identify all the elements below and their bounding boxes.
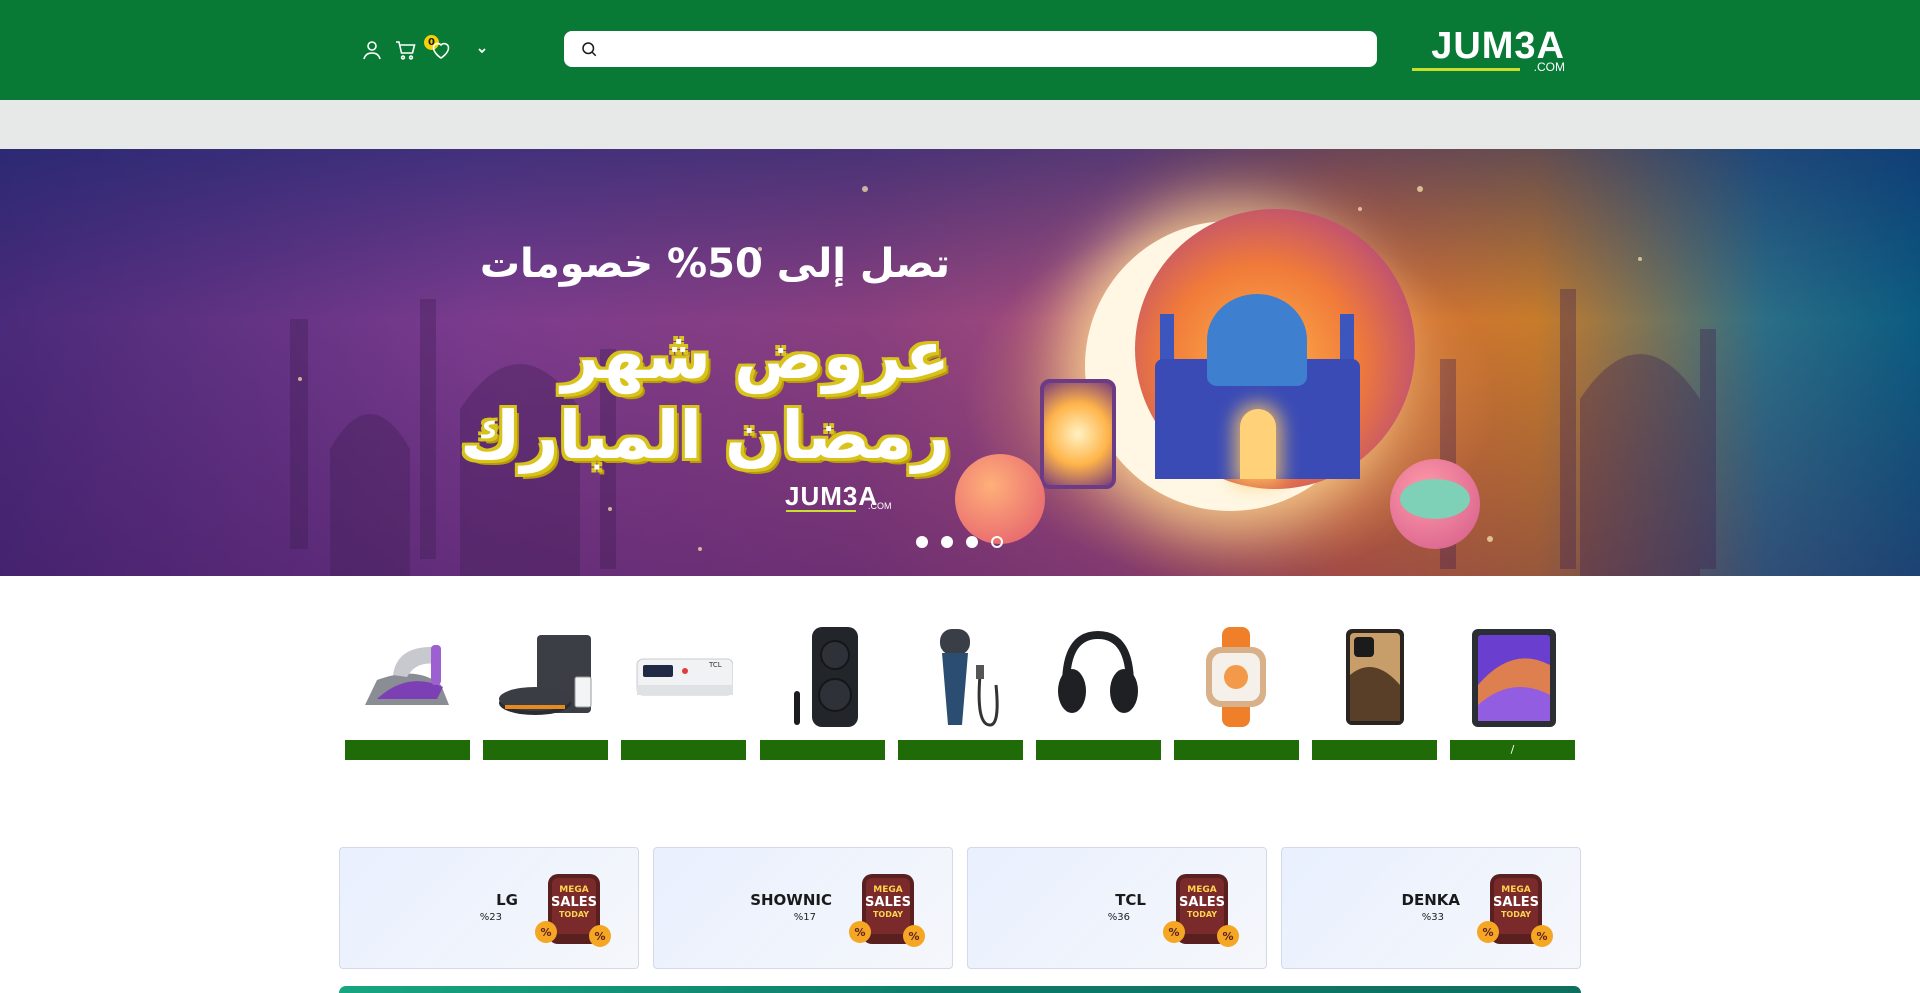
sales-text: SALES <box>1493 895 1539 910</box>
brand-name: SHOWNIC <box>750 891 832 909</box>
svg-text:%: % <box>1482 926 1493 939</box>
mega-text: MEGA <box>559 885 588 895</box>
mega-text: MEGA <box>1501 885 1530 895</box>
hero-logo: JUM3A <box>785 481 879 511</box>
carousel-dot-4[interactable] <box>991 536 1003 548</box>
brand-offer-card-tcl[interactable]: TCL %36 MEGA SALES TODAY % % <box>967 847 1267 969</box>
product-label <box>760 740 885 760</box>
product-card-foldable-phone[interactable] <box>1312 620 1437 760</box>
brand-name: LG <box>496 891 518 909</box>
mosque-door <box>1240 409 1276 479</box>
foldable-phone-image <box>1346 629 1404 725</box>
product-card-electric-shaver[interactable] <box>898 620 1023 760</box>
carousel-dot-1[interactable] <box>916 536 928 548</box>
mega-sales-badge-icon: MEGA SALES TODAY % % <box>535 874 611 947</box>
svg-text:TCL: TCL <box>708 661 722 669</box>
sales-text: SALES <box>865 895 911 910</box>
brand-offer-card-denka[interactable]: DENKA %33 MEGA SALES TODAY % % <box>1281 847 1581 969</box>
chevron-down-icon[interactable] <box>470 38 494 62</box>
hero-logo-underline <box>786 510 856 512</box>
hero-title-line2: رمضان المبارك <box>460 397 950 474</box>
top-header: 0 JUM3A .COM <box>0 0 1920 100</box>
mega-sales-badge-icon: MEGA SALES TODAY % % <box>1477 874 1553 947</box>
product-label <box>345 740 470 760</box>
user-icon[interactable] <box>360 38 384 62</box>
product-label <box>898 740 1023 760</box>
hero-headline: تصل إلى 50% خصومات <box>479 241 950 287</box>
product-label <box>1174 740 1299 760</box>
svg-text:%: % <box>1222 930 1233 943</box>
mega-text: MEGA <box>1187 885 1216 895</box>
robot-vacuum-image <box>499 635 592 715</box>
product-card-party-speaker[interactable] <box>760 620 885 760</box>
headphones-image <box>1058 630 1138 713</box>
brand-discount: %23 <box>479 912 502 923</box>
decor-sphere-left <box>955 454 1045 544</box>
brand-discount: %36 <box>1107 912 1130 923</box>
electric-shaver-image <box>940 629 999 727</box>
svg-text:%: % <box>540 926 551 939</box>
logo-underline <box>1412 68 1520 71</box>
logo-suffix: .COM <box>1533 60 1565 74</box>
party-speaker-image <box>794 627 858 727</box>
site-logo[interactable]: JUM3A .COM <box>1410 26 1565 74</box>
brand-discount: %17 <box>793 912 816 923</box>
heart-icon[interactable] <box>429 38 453 62</box>
product-card-tablet[interactable]: / <box>1450 620 1575 760</box>
ramadan-lantern <box>1040 379 1116 489</box>
air-conditioner-image: TCL <box>636 658 733 696</box>
today-text: TODAY <box>559 910 589 919</box>
svg-text:%: % <box>1536 930 1547 943</box>
brand-offer-card-shownic[interactable]: SHOWNIC %17 MEGA SALES TODAY % % <box>653 847 953 969</box>
product-label <box>1036 740 1161 760</box>
mega-sales-badge-icon: MEGA SALES TODAY % % <box>1163 874 1239 947</box>
smartwatch-image <box>1206 627 1266 727</box>
svg-text:%: % <box>908 930 919 943</box>
cart-icon[interactable] <box>394 38 418 62</box>
product-label <box>1312 740 1437 760</box>
search-icon[interactable] <box>580 40 598 58</box>
carousel-dot-2[interactable] <box>941 536 953 548</box>
product-label <box>483 740 608 760</box>
product-card-smartwatch[interactable] <box>1174 620 1299 760</box>
brand-offer-card-lg[interactable]: LG %23 MEGA SALES TODAY % % <box>339 847 639 969</box>
product-label: / <box>1450 740 1575 760</box>
mega-sales-badge-icon: MEGA SALES TODAY % % <box>849 874 925 947</box>
sales-text: SALES <box>1179 895 1225 910</box>
svg-text:%: % <box>594 930 605 943</box>
mosque-dome <box>1207 294 1307 386</box>
product-card-headphones[interactable] <box>1036 620 1161 760</box>
brand-discount: %33 <box>1421 912 1444 923</box>
svg-text:%: % <box>854 926 865 939</box>
category-nav-bar <box>0 100 1920 149</box>
product-label <box>621 740 746 760</box>
hero-title-line1: عروض شهر <box>561 317 950 394</box>
sales-text: SALES <box>551 895 597 910</box>
today-text: TODAY <box>873 910 903 919</box>
search-input[interactable] <box>608 31 1368 67</box>
product-card-air-conditioner[interactable]: TCL <box>621 620 746 760</box>
carousel-dot-3[interactable] <box>966 536 978 548</box>
svg-text:%: % <box>1168 926 1179 939</box>
search-bar <box>564 31 1377 67</box>
decor-sphere-green <box>1400 479 1470 519</box>
hero-banner[interactable]: تصل إلى 50% خصومات عروض شهر رمضان المبار… <box>0 149 1920 576</box>
product-card-steam-iron[interactable] <box>345 620 470 760</box>
product-card-robot-vacuum[interactable] <box>483 620 608 760</box>
promo-banner-edge[interactable] <box>339 986 1581 993</box>
steam-iron-image <box>365 645 449 705</box>
today-text: TODAY <box>1501 910 1531 919</box>
mega-text: MEGA <box>873 885 902 895</box>
tablet-image <box>1472 629 1556 727</box>
brand-name: TCL <box>1115 891 1146 909</box>
today-text: TODAY <box>1187 910 1217 919</box>
hero-logo-suffix: .COM <box>868 501 892 511</box>
brand-name: DENKA <box>1401 891 1460 909</box>
